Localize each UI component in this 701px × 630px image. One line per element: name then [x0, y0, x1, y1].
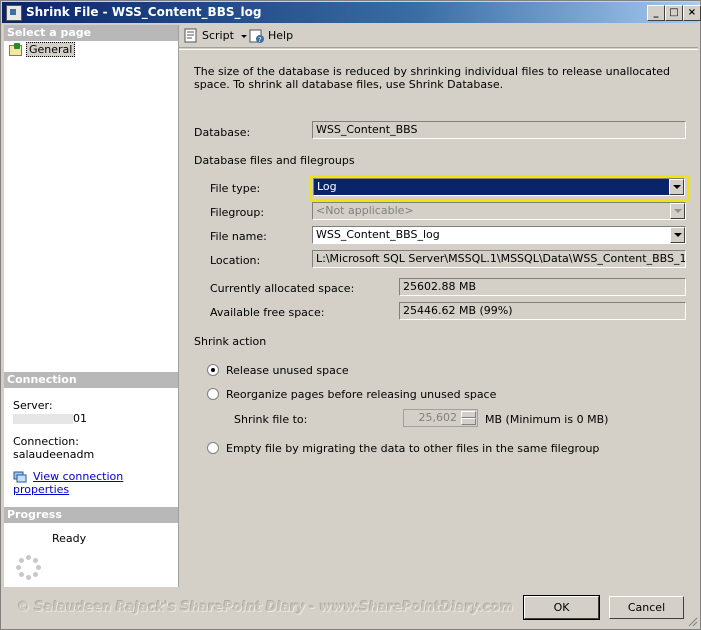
minimize-button[interactable]: _ — [647, 5, 665, 21]
progress-status: Ready — [52, 532, 87, 545]
database-field: WSS_Content_BBS — [312, 121, 686, 139]
resize-grip-icon[interactable] — [686, 615, 698, 627]
view-connection-properties[interactable]: View connection properties — [13, 470, 178, 496]
script-label: Script — [202, 29, 234, 42]
server-value: 01 — [13, 412, 87, 425]
reorganize-pages-label[interactable]: Reorganize pages before releasing unused… — [226, 388, 496, 401]
stepper-up-icon — [461, 411, 476, 418]
shrink-action-label: Shrink action — [194, 335, 267, 348]
general-page-content: The size of the database is reduced by s… — [179, 49, 698, 588]
filegroup-value: <Not applicable> — [316, 204, 414, 217]
server-suffix: 01 — [73, 412, 87, 425]
select-page-header: Select a page — [4, 25, 178, 41]
empty-file-radio[interactable] — [207, 442, 219, 454]
script-icon — [183, 28, 199, 44]
close-button[interactable]: × — [683, 5, 701, 21]
filegroup-dropdown-arrow — [670, 203, 685, 219]
connection-value: salaudeenadm — [13, 448, 95, 461]
shrink-file-to-value: 25,602 — [418, 411, 458, 424]
window-app-icon — [6, 5, 22, 21]
connection-header: Connection — [4, 372, 178, 388]
file-name-label: File name: — [210, 230, 267, 243]
chevron-down-icon[interactable] — [241, 34, 248, 38]
window-title: Shrink File - WSS_Content_BBS_log — [26, 5, 262, 19]
file-name-value: WSS_Content_BBS_log — [316, 228, 440, 241]
page-settings-icon — [8, 43, 22, 56]
location-field: L:\Microsoft SQL Server\MSSQL.1\MSSQL\Da… — [312, 250, 686, 268]
help-label: Help — [268, 29, 294, 42]
svg-text:?: ? — [258, 36, 262, 44]
shrink-file-to-stepper: 25,602 — [403, 409, 478, 427]
nav-item-label: General — [26, 42, 76, 57]
maximize-button[interactable]: □ — [665, 5, 683, 21]
shrink-file-to-label: Shrink file to: — [234, 413, 308, 426]
files-group-label: Database files and filegroups — [194, 154, 355, 167]
release-unused-label[interactable]: Release unused space — [226, 364, 349, 377]
free-space-label: Available free space: — [210, 306, 325, 319]
file-type-dropdown-arrow[interactable] — [669, 179, 684, 195]
title-bar[interactable]: Shrink File - WSS_Content_BBS_log _ □ × — [2, 2, 701, 23]
left-pane: Select a page General Connection Server:… — [4, 25, 179, 587]
reorganize-pages-radio[interactable] — [207, 388, 219, 400]
help-icon: ? — [249, 28, 265, 44]
empty-file-label[interactable]: Empty file by migrating the data to othe… — [226, 442, 599, 455]
file-type-select[interactable]: Log — [313, 178, 685, 196]
redacted-server-name — [13, 414, 73, 424]
filegroup-select: <Not applicable> — [312, 202, 686, 220]
description-text: The size of the database is reduced by s… — [194, 65, 671, 91]
file-type-value: Log — [317, 180, 337, 193]
progress-header: Progress — [4, 507, 178, 523]
file-name-dropdown-arrow[interactable] — [670, 227, 685, 243]
server-label: Server: — [13, 399, 53, 412]
filegroup-label: Filegroup: — [210, 206, 265, 219]
view-connection-link[interactable]: View connection properties — [13, 470, 123, 496]
shrink-unit-text: MB (Minimum is 0 MB) — [485, 413, 609, 426]
script-button[interactable]: Script — [183, 28, 248, 44]
shrink-file-dialog: Shrink File - WSS_Content_BBS_log _ □ × … — [0, 0, 701, 630]
cancel-button[interactable]: Cancel — [609, 596, 684, 619]
help-button[interactable]: ? Help — [249, 28, 293, 44]
release-unused-radio[interactable] — [207, 364, 219, 376]
database-label: Database: — [194, 126, 251, 139]
nav-item-general[interactable]: General — [8, 42, 76, 57]
connection-properties-icon — [13, 471, 27, 483]
progress-spinner-icon — [16, 555, 42, 581]
file-name-select[interactable]: WSS_Content_BBS_log — [312, 226, 686, 244]
stepper-down-icon — [461, 418, 476, 425]
watermark-text: © Salaudeen Rajack's SharePoint Diary - … — [17, 600, 514, 615]
ok-button[interactable]: OK — [523, 595, 600, 620]
connection-label: Connection: — [13, 435, 79, 448]
location-label: Location: — [210, 254, 261, 267]
allocated-space-field: 25602.88 MB — [399, 278, 686, 296]
file-type-label: File type: — [210, 182, 261, 195]
allocated-space-label: Currently allocated space: — [210, 282, 355, 295]
free-space-field: 25446.62 MB (99%) — [399, 302, 686, 320]
toolbar: Script ? Help — [179, 25, 698, 48]
